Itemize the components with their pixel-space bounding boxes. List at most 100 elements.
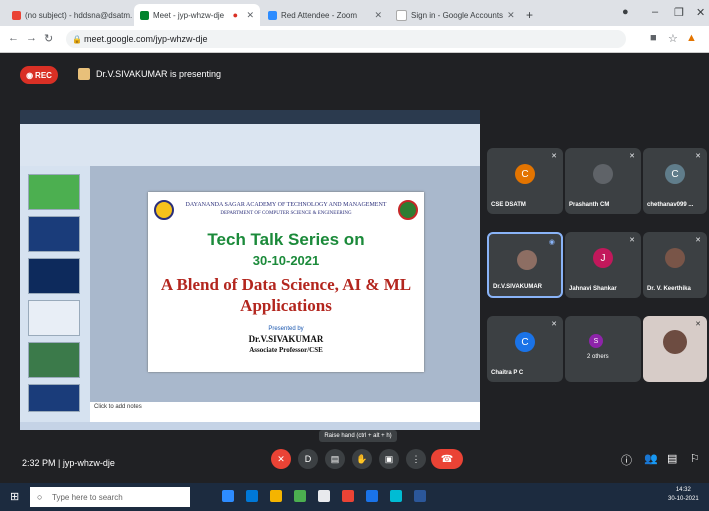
mic-toggle-button[interactable]: ✕	[271, 449, 291, 469]
avatar: C	[515, 164, 535, 184]
slide-thumbnail	[28, 216, 80, 252]
powerpoint-ribbon	[20, 124, 480, 167]
more-options-button[interactable]: ⋮	[406, 449, 426, 469]
record-icon: ◉	[26, 70, 34, 80]
slide-thumbnail	[28, 300, 80, 336]
avatar	[517, 250, 537, 270]
self-view-tile[interactable]: ✕	[643, 316, 707, 382]
zoom-icon	[268, 10, 277, 20]
store-icon[interactable]	[294, 490, 306, 502]
minimize-icon[interactable]: –	[652, 6, 658, 18]
avatar	[593, 164, 613, 184]
powerpoint-statusbar	[20, 422, 480, 430]
powerpoint-icon[interactable]	[414, 490, 426, 502]
taskview-icon[interactable]	[222, 490, 234, 502]
mail-icon[interactable]	[318, 490, 330, 502]
present-button[interactable]: ▣	[379, 449, 399, 469]
address-row: ← → ↻ 🔒 meet.google.com/jyp-whzw-dje ■ ☆…	[0, 26, 709, 53]
activities-icon[interactable]: ⚐	[690, 452, 700, 465]
avatar: S	[589, 334, 603, 348]
info-icon[interactable]: ⓘ	[621, 452, 632, 468]
slide-thumbnail	[28, 174, 80, 210]
current-slide: DAYANANDA SAGAR ACADEMY OF TECHNOLOGY AN…	[148, 192, 424, 372]
avatar	[665, 248, 685, 268]
tab-gmail[interactable]: (no subject) - hddsna@dsatm.edu.in✕	[6, 4, 132, 26]
more-vert-icon: ⋮	[411, 453, 421, 464]
slide-presented-by: Presented by	[268, 326, 304, 332]
camera-toggle-button[interactable]: D	[298, 449, 318, 469]
chrome-icon[interactable]	[342, 490, 354, 502]
mic-off-icon: ✕	[695, 321, 701, 328]
slide-thumbnails	[20, 166, 90, 422]
close-icon[interactable]: ✕	[503, 10, 515, 21]
extension-icon[interactable]: ▲	[686, 32, 697, 44]
slide-thumbnail	[28, 258, 80, 294]
department-logo-icon	[398, 200, 418, 220]
participant-tile-speaking[interactable]: ◉ Dr.V.SIVAKUMAR	[487, 232, 563, 298]
avatar: J	[593, 248, 613, 268]
close-icon[interactable]: ✕	[242, 10, 254, 21]
tab-meet[interactable]: Meet - jyp-whzw-dje ● ✕	[134, 4, 260, 26]
presenter-avatar-icon	[78, 68, 90, 80]
participant-tile[interactable]: ✕ C Chaitra P C	[487, 316, 563, 382]
back-icon[interactable]: ←	[8, 32, 19, 44]
slide-thumbnail	[28, 342, 80, 378]
lock-icon: 🔒	[72, 34, 82, 44]
mic-off-icon: ✕	[551, 153, 557, 160]
leave-call-button[interactable]: ☎	[431, 449, 463, 469]
taskbar-clock[interactable]: 14:32 30-10-2021	[668, 486, 699, 504]
slide-thumbnail	[28, 384, 80, 412]
mic-off-icon: ✕	[551, 321, 557, 328]
participant-tile[interactable]: ✕ Dr. V. Keerthika	[643, 232, 707, 298]
app-icon[interactable]	[390, 490, 402, 502]
captions-icon: D	[304, 454, 312, 464]
avatar: C	[665, 164, 685, 184]
slide-institution: DAYANANDA SAGAR ACADEMY OF TECHNOLOGY AN…	[185, 202, 387, 208]
bookmark-star-icon[interactable]: ☆	[668, 32, 678, 45]
speaking-icon: ◉	[548, 239, 555, 246]
participant-tile-others[interactable]: S 2 others	[565, 316, 641, 382]
raise-hand-button[interactable]: ✋	[352, 449, 372, 469]
avatar	[663, 330, 687, 354]
participant-tile[interactable]: ✕ Prashanth CM	[565, 148, 641, 214]
participant-tile[interactable]: ✕ J Jahnavi Shankar	[565, 232, 641, 298]
participant-tile[interactable]: ✕ C CSE DSATM	[487, 148, 563, 214]
shared-screen: DAYANANDA SAGAR ACADEMY OF TECHNOLOGY AN…	[20, 110, 480, 430]
present-icon: ▣	[384, 453, 394, 464]
slide-date: 30-10-2021	[252, 253, 320, 268]
search-icon: ○	[37, 492, 43, 502]
forward-icon[interactable]: →	[26, 32, 37, 44]
tab-zoom[interactable]: Red Attendee - Zoom ✕	[262, 4, 388, 26]
raise-hand-tooltip: Raise hand (ctrl + alt + h)	[319, 430, 397, 442]
chat-icon[interactable]: ▤	[667, 452, 677, 465]
participant-tile[interactable]: ✕ C chethanav099 ...	[643, 148, 707, 214]
file-explorer-icon[interactable]	[270, 490, 282, 502]
taskbar-search[interactable]: ○ Type here to search	[30, 487, 190, 507]
address-bar[interactable]: 🔒 meet.google.com/jyp-whzw-dje	[66, 30, 626, 48]
slide-canvas: DAYANANDA SAGAR ACADEMY OF TECHNOLOGY AN…	[90, 166, 480, 422]
mic-off-icon: ✕	[695, 237, 701, 244]
meeting-info: 2:32 PM | jyp-whzw-dje	[22, 458, 115, 468]
edge-icon[interactable]	[246, 490, 258, 502]
new-tab-button[interactable]: +	[520, 4, 540, 26]
presenting-banner: Dr.V.SIVAKUMAR is presenting	[78, 68, 221, 80]
maximize-icon[interactable]: ❐	[674, 6, 684, 19]
tab-google-accounts[interactable]: Sign in - Google Accounts ✕	[390, 4, 516, 26]
reload-icon[interactable]: ↻	[44, 32, 53, 45]
browser-tab-strip: (no subject) - hddsna@dsatm.edu.in✕ Meet…	[0, 0, 709, 26]
people-icon[interactable]: 👥	[644, 452, 658, 465]
captions-button[interactable]: ▤	[325, 449, 345, 469]
windows-start-icon[interactable]: ⊞	[10, 490, 19, 503]
recording-dot-icon: ●	[232, 10, 239, 20]
slide-presenter-role: Associate Professor/CSE	[249, 346, 323, 354]
gmail-icon	[12, 10, 21, 20]
mic-off-icon: ✕	[629, 153, 635, 160]
close-window-icon[interactable]: ✕	[696, 6, 705, 19]
profile-icon[interactable]: ●	[622, 6, 629, 18]
hand-icon: ✋	[356, 453, 368, 464]
app-icon[interactable]	[366, 490, 378, 502]
camera-icon[interactable]: ■	[650, 32, 657, 44]
recording-badge: ◉ REC	[20, 66, 58, 84]
slide-subtitle: A Blend of Data Science, AI & ML Applica…	[160, 275, 412, 315]
close-icon[interactable]: ✕	[370, 10, 382, 21]
